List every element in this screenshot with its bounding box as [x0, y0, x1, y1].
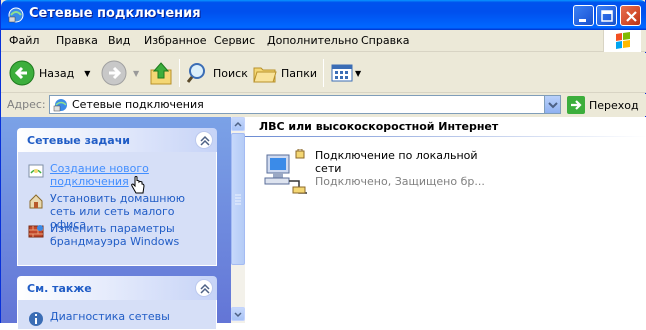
connection-name: Подключение по локальной сети	[315, 149, 478, 175]
back-button[interactable]: Назад ▼	[9, 57, 90, 89]
go-button[interactable]: Переход	[567, 96, 639, 114]
see-also-header[interactable]: См. также	[17, 276, 217, 300]
menu-favorites[interactable]: Избранное	[144, 34, 206, 47]
minimize-icon	[579, 19, 586, 22]
task-firewall-settings[interactable]: Изменить параметры брандмауэра Windows	[28, 222, 210, 248]
address-dropdown-button[interactable]	[544, 96, 560, 113]
menu-edit[interactable]: Правка	[56, 34, 98, 47]
toolbar-separator	[323, 59, 324, 87]
task-create-connection[interactable]: Создание нового подключения	[28, 162, 210, 188]
task-network-diagnostics[interactable]: Диагностика сетевы	[28, 310, 210, 327]
firewall-icon	[28, 225, 44, 238]
maximize-button[interactable]	[596, 5, 617, 26]
chevron-up-double-icon	[200, 283, 210, 294]
group-divider	[245, 136, 646, 137]
info-icon	[29, 312, 43, 326]
go-arrow-icon	[567, 96, 585, 114]
maximize-icon	[601, 10, 613, 22]
home-network-icon	[29, 194, 43, 209]
content-area: ЛВС или высокоскоростной Интернет Подклю…	[245, 117, 646, 323]
menu-tools[interactable]: Сервис	[214, 34, 255, 47]
chevron-up-double-icon	[200, 135, 210, 146]
lan-connection-icon	[264, 149, 307, 194]
menu-advanced[interactable]: Дополнительно	[267, 34, 358, 47]
address-label: Адрес:	[7, 98, 46, 111]
explorer-window: Сетевые подключения Файл Правка Вид Избр…	[0, 0, 646, 330]
scroll-thumb[interactable]	[231, 133, 245, 265]
menu-help[interactable]: Справка	[361, 34, 409, 47]
close-button[interactable]	[620, 5, 641, 26]
network-tasks-header[interactable]: Сетевые задачи	[17, 128, 217, 152]
windows-flag-icon	[616, 32, 630, 49]
task-pane-scrollbar[interactable]	[231, 117, 245, 323]
chevron-up-icon	[234, 121, 242, 127]
network-connections-icon	[8, 7, 24, 23]
title-bar[interactable]: Сетевые подключения	[1, 0, 646, 30]
hand-cursor-icon	[131, 176, 145, 194]
network-connections-icon	[53, 99, 67, 112]
collapse-button[interactable]	[195, 131, 213, 149]
address-bar: Адрес: Сетевые подключения Переход	[1, 94, 646, 116]
scroll-up-button[interactable]	[231, 117, 245, 131]
close-icon	[626, 11, 637, 22]
views-dropdown-icon[interactable]: ▼	[355, 69, 361, 78]
menu-bar: Файл Правка Вид Избранное Сервис Дополни…	[1, 30, 646, 52]
see-also-title: См. также	[27, 282, 92, 295]
search-icon	[187, 63, 205, 83]
local-area-connection[interactable]: Подключение по локальной сети Подключено…	[263, 149, 495, 197]
network-tasks-panel: Создание нового подключения Установить д…	[17, 152, 217, 266]
group-header: ЛВС или высокоскоростной Интернет	[259, 120, 499, 133]
up-folder-icon	[150, 62, 172, 85]
back-arrow-icon	[9, 60, 35, 86]
collapse-button[interactable]	[195, 279, 213, 297]
minimize-button[interactable]	[573, 5, 594, 26]
task-pane: Сетевые задачи Создание нового подключен…	[1, 117, 231, 330]
address-field[interactable]: Сетевые подключения	[49, 95, 561, 114]
toolbar: Назад ▼ ▼ Поиск Папки ▼	[1, 53, 646, 93]
scroll-down-button[interactable]	[231, 307, 245, 321]
menu-file[interactable]: Файл	[9, 34, 39, 47]
up-folder-button[interactable]	[149, 57, 173, 89]
back-dropdown-icon[interactable]: ▼	[84, 69, 90, 78]
forward-button[interactable]: ▼	[101, 57, 139, 89]
forward-dropdown-icon[interactable]: ▼	[133, 69, 139, 78]
chevron-down-icon	[234, 312, 242, 318]
window-title: Сетевые подключения	[29, 6, 201, 21]
connection-status: Подключено, Защищено бр...	[315, 175, 485, 188]
menu-view[interactable]: Вид	[108, 34, 130, 47]
views-button[interactable]: ▼	[331, 57, 361, 89]
forward-arrow-icon	[101, 60, 127, 86]
folders-icon	[253, 67, 277, 83]
toolbar-separator	[179, 59, 180, 87]
views-icon	[331, 64, 353, 82]
folders-button[interactable]: Папки	[253, 57, 317, 89]
grip-icon	[235, 194, 241, 205]
new-connection-icon	[28, 164, 44, 178]
see-also-panel: Диагностика сетевы	[17, 300, 217, 330]
search-button[interactable]: Поиск	[187, 57, 248, 89]
network-tasks-title: Сетевые задачи	[27, 134, 130, 147]
windows-logo	[603, 30, 641, 52]
chevron-down-icon	[548, 102, 558, 109]
